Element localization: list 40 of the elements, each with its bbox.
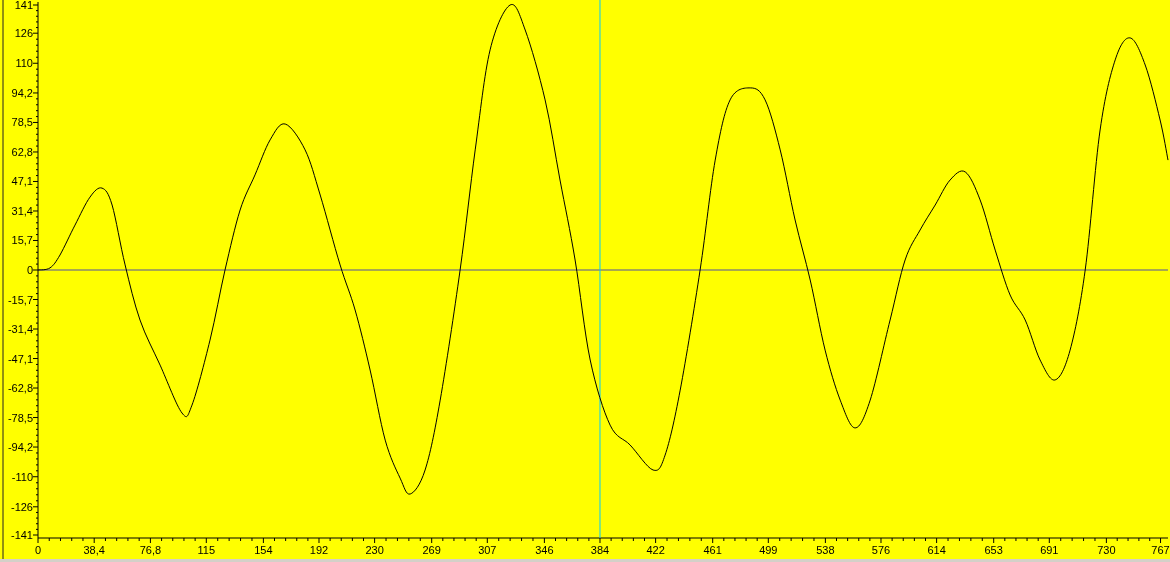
tick-label: 38,4 — [83, 544, 105, 556]
tick-label: -94,2 — [7, 441, 33, 454]
tick-label: 110 — [15, 57, 33, 70]
tick-label: -31,4 — [7, 323, 33, 335]
tick-label: 76,8 — [139, 544, 162, 556]
tick-label: 422 — [646, 544, 665, 556]
tick-label: -15,7 — [7, 293, 33, 306]
tick-label: 154 — [254, 544, 273, 556]
tick-label: 31,4 — [11, 205, 33, 217]
tick-label: 62,8 — [11, 145, 33, 158]
tick-label: 499 — [759, 544, 778, 556]
tick-label: -62,8 — [7, 382, 33, 395]
tick-label: 346 — [535, 544, 554, 556]
tick-label: 269 — [422, 544, 441, 556]
tick-label: 730 — [1097, 544, 1116, 556]
tick-label: 115 — [197, 544, 216, 556]
tick-label: 538 — [816, 544, 835, 556]
tick-label: 0 — [26, 264, 33, 276]
tick-label: -141 — [10, 529, 33, 541]
tick-label: -47,1 — [7, 352, 33, 365]
tick-label: 576 — [871, 544, 891, 556]
tick-label: 691 — [1040, 544, 1059, 556]
tick-label: -78,5 — [7, 411, 33, 424]
tick-label: 384 — [590, 544, 610, 556]
tick-label: 141 — [14, 0, 33, 11]
tick-label: 192 — [309, 544, 329, 556]
tick-label: 307 — [478, 544, 497, 556]
tick-label: 78,5 — [11, 116, 33, 129]
tick-label: 230 — [365, 544, 384, 556]
tick-label: 461 — [703, 544, 722, 556]
tick-label: 126 — [14, 27, 33, 40]
tick-label: 94,2 — [11, 86, 33, 99]
tick-label: 0 — [34, 544, 42, 556]
tick-label: -126 — [10, 500, 33, 513]
tick-label: 653 — [984, 544, 1003, 556]
tick-label: 614 — [927, 544, 946, 556]
tick-label: -110 — [11, 470, 33, 483]
tick-label: 767 — [1151, 544, 1170, 556]
tick-label: 15,7 — [11, 234, 33, 247]
tick-label: 47,1 — [11, 175, 33, 188]
